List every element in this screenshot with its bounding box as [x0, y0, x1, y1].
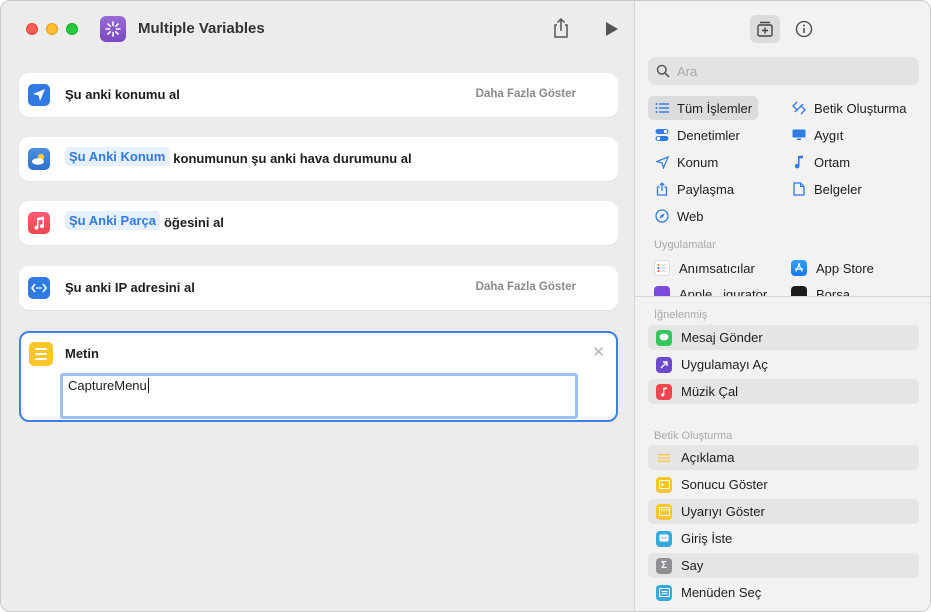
action-play-music[interactable]: Müzik Çal: [648, 379, 919, 404]
category-media[interactable]: Ortam: [785, 150, 856, 174]
action-open-app[interactable]: Uygulamayı Aç: [648, 352, 919, 377]
suggested-actions-list: İğnelenmiş Mesaj Gönder Uygulamayı Aç Mü…: [635, 297, 930, 611]
action-text[interactable]: Metin ✕ CaptureMenu: [19, 331, 618, 422]
comment-lines-icon: [656, 450, 672, 466]
category-sharing[interactable]: Paylaşma: [648, 177, 740, 201]
minimize-window-button[interactable]: [46, 23, 58, 35]
action-get-ip-address[interactable]: Şu anki IP adresini al Daha Fazla Göster: [19, 266, 618, 310]
zoom-window-button[interactable]: [66, 23, 78, 35]
sparkle-icon: [105, 21, 121, 37]
reminders-icon: [654, 260, 670, 276]
action-label: Şu anki konumu al: [65, 87, 180, 102]
actions-sidebar: Ara Tüm İşlemler Denetimler Konum Paylaş…: [634, 1, 930, 611]
play-icon[interactable]: [604, 21, 620, 37]
weather-icon: [28, 148, 50, 170]
search-placeholder: Ara: [677, 64, 698, 79]
window-title: Multiple Variables: [138, 20, 265, 37]
text-field-value: CaptureMenu: [68, 378, 147, 393]
scripting-icon: [791, 100, 807, 116]
toggle-icon: [654, 127, 670, 143]
location-arrow-icon: [654, 154, 670, 170]
text-lines-icon: [29, 342, 53, 366]
action-show-result[interactable]: Sonucu Göster: [648, 472, 919, 497]
music-note-icon: [791, 154, 807, 170]
display-icon: [791, 127, 807, 143]
music-note-icon: [28, 212, 50, 234]
stocks-icon: [791, 286, 807, 296]
document-icon: [791, 181, 807, 197]
action-send-message[interactable]: Mesaj Gönder: [648, 325, 919, 350]
sigma-icon: Σ: [656, 557, 672, 574]
alert-icon: [656, 503, 672, 520]
app-reminders[interactable]: Anımsatıcılar: [654, 256, 755, 280]
variable-token[interactable]: Şu Anki Konum: [65, 147, 170, 166]
action-choose-from-menu[interactable]: Menüden Seç: [648, 580, 919, 605]
action-library-button[interactable]: [750, 15, 780, 43]
category-location[interactable]: Konum: [648, 150, 724, 174]
category-documents[interactable]: Belgeler: [785, 177, 868, 201]
share-icon: [654, 181, 670, 197]
shortcut-icon[interactable]: [100, 16, 126, 42]
title-bar: Multiple Variables: [1, 1, 634, 57]
action-get-current-location[interactable]: Şu anki konumu al Daha Fazla Göster: [19, 73, 618, 117]
app-store-icon: [791, 260, 807, 276]
action-label: Şu Anki Parça öğesini al: [65, 211, 224, 232]
category-all-actions[interactable]: Tüm İşlemler: [648, 96, 759, 120]
action-show-alert[interactable]: Uyarıyı Göster: [648, 499, 919, 524]
category-controls[interactable]: Denetimler: [648, 123, 746, 147]
search-icon: [656, 64, 670, 78]
open-app-icon: [656, 356, 672, 373]
category-scripting[interactable]: Betik Oluşturma: [785, 96, 912, 120]
action-title: Metin: [65, 346, 99, 361]
menu-icon: [656, 584, 672, 601]
messages-icon: [656, 329, 672, 346]
action-ask-for-input[interactable]: Giriş İste: [648, 526, 919, 551]
action-count[interactable]: Σ Say: [648, 553, 919, 578]
category-web[interactable]: Web: [648, 204, 710, 228]
app-stocks[interactable]: Borsa: [791, 281, 850, 296]
ask-input-icon: [656, 530, 672, 547]
configurator-icon: [654, 286, 670, 296]
shortcuts-window: Multiple Variables Şu anki konumu al Dah…: [0, 0, 931, 612]
library-plus-icon: [757, 21, 773, 37]
app-app-store[interactable]: App Store: [791, 256, 874, 280]
action-get-current-song[interactable]: Şu Anki Parça öğesini al: [19, 201, 618, 245]
action-label: Şu anki IP adresini al: [65, 280, 195, 295]
network-arrows-icon: [28, 277, 50, 299]
list-icon: [654, 100, 670, 116]
scripting-section-header: Betik Oluşturma: [654, 430, 733, 442]
compass-icon: [654, 208, 670, 224]
app-apple-configurator[interactable]: Apple...igurator: [654, 281, 767, 296]
search-input[interactable]: Ara: [648, 57, 919, 85]
location-arrow-icon: [28, 84, 50, 106]
category-device[interactable]: Aygıt: [785, 123, 849, 147]
editor-pane: Multiple Variables Şu anki konumu al Dah…: [1, 1, 634, 611]
action-get-weather[interactable]: Şu Anki Konum konumunun şu anki hava duru…: [19, 137, 618, 181]
pinned-section-header: İğnelenmiş: [654, 309, 708, 321]
close-window-button[interactable]: [26, 23, 38, 35]
apps-section-header: Uygulamalar: [654, 239, 716, 251]
close-icon[interactable]: ✕: [592, 343, 605, 361]
text-field[interactable]: CaptureMenu: [60, 373, 578, 419]
info-icon[interactable]: [789, 15, 819, 43]
show-more-button[interactable]: Daha Fazla Göster: [476, 281, 576, 293]
variable-token[interactable]: Şu Anki Parça: [65, 211, 160, 230]
show-more-button[interactable]: Daha Fazla Göster: [476, 88, 576, 100]
show-result-icon: [656, 476, 672, 493]
music-note-icon: [656, 383, 672, 400]
share-icon[interactable]: [551, 17, 571, 39]
action-comment[interactable]: Açıklama: [648, 445, 919, 470]
action-label: Şu Anki Konum konumunun şu anki hava duru…: [65, 147, 412, 168]
text-caret: [147, 378, 149, 393]
